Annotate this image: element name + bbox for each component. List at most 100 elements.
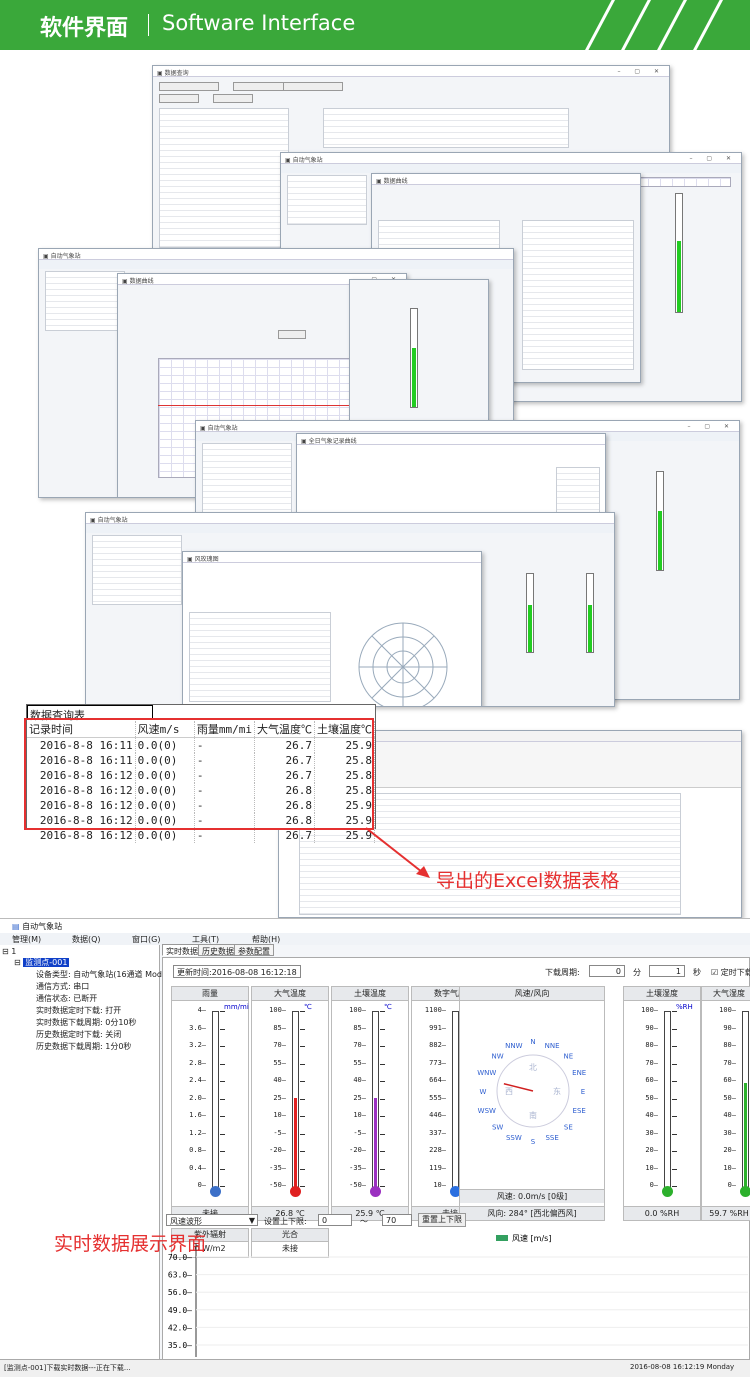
tree-item[interactable]: 通信方式: 串口 <box>36 981 89 992</box>
tick-mark <box>380 1028 385 1030</box>
tick-label: 773– <box>429 1058 446 1067</box>
tree-item[interactable]: 通信状态: 已断开 <box>36 993 97 1004</box>
tree-item[interactable]: 设备类型: 自动气象站(16通道 Modl <box>36 969 164 980</box>
reset-limits-button[interactable]: 重置上下限 <box>418 1213 466 1227</box>
tick-label: 100– <box>641 1006 658 1014</box>
tick-label: -50– <box>349 1181 366 1189</box>
tick-mark <box>672 1011 677 1012</box>
tab-realtime[interactable]: 实时数据 <box>162 944 202 956</box>
gauge-value: 59.7 %RH <box>702 1206 750 1220</box>
download-period-label: 下载周期: <box>545 968 580 977</box>
tick-mark <box>220 1011 225 1012</box>
tick-label: -20– <box>269 1146 286 1154</box>
gauge-title: 大气湿度 <box>702 987 750 1001</box>
tab-history[interactable]: 历史数据 <box>198 944 238 956</box>
tree-item[interactable]: 实时数据定时下载: 打开 <box>36 1005 121 1016</box>
minutes-input[interactable]: 0 <box>589 965 625 977</box>
decor-slash <box>691 0 724 50</box>
compass-direction: W <box>480 1088 487 1096</box>
compass-direction: NNW <box>505 1042 522 1050</box>
tick-label: 30– <box>645 1128 658 1137</box>
section-header: 软件界面 Software Interface <box>0 0 750 50</box>
header-divider <box>148 14 149 36</box>
tick-mark <box>220 1133 225 1135</box>
thermometer-bulb <box>740 1186 750 1197</box>
compass-direction: S <box>531 1138 536 1146</box>
tick-label: 40– <box>353 1076 366 1084</box>
tick-label: 664– <box>429 1076 446 1084</box>
limit-separator: ～ <box>360 1217 368 1226</box>
tick-label: 10– <box>273 1111 286 1119</box>
tick-label: 80– <box>723 1041 736 1049</box>
tick-label: 882– <box>429 1041 446 1049</box>
tick-label: 55– <box>353 1058 366 1067</box>
tick-label: 25– <box>353 1093 366 1102</box>
chart-tick-label: 49.0– <box>168 1306 192 1315</box>
menu-bar: 管理(M) 数据(Q) 窗口(G) 工具(T) 帮助(H) <box>0 933 750 945</box>
tick-label: 100– <box>349 1006 366 1014</box>
tick-label: 10– <box>353 1111 366 1119</box>
tick-mark <box>380 1081 385 1082</box>
tick-mark <box>380 1116 385 1117</box>
tick-mark <box>672 1081 677 1082</box>
compass-cn-direction: 西 <box>505 1087 513 1096</box>
menu-manage[interactable]: 管理(M) <box>12 934 41 945</box>
thermometer-tube <box>742 1011 749 1188</box>
tree-item[interactable]: 历史数据定时下载: 关闭 <box>36 1029 121 1040</box>
tick-label: -5– <box>353 1128 366 1137</box>
excel-table-title: 数据查询表 <box>27 705 153 722</box>
tick-label: 85– <box>273 1023 286 1032</box>
tree-node-001[interactable]: ⊟ 监测点-001 <box>14 957 70 968</box>
compass-direction: SSW <box>506 1134 522 1142</box>
tick-mark <box>300 1151 305 1152</box>
tick-mark <box>220 1028 225 1030</box>
tick-mark <box>220 1046 225 1047</box>
tick-label: 60– <box>723 1076 736 1084</box>
menu-data[interactable]: 数据(Q) <box>72 934 101 945</box>
tick-label: -35– <box>269 1163 286 1172</box>
gauge-unit: ℃ <box>304 1003 312 1011</box>
update-time-button[interactable]: 更新时间:2016-08-08 16:12:18 <box>173 965 301 978</box>
tick-label: 446– <box>429 1111 446 1119</box>
tree-item[interactable]: 实时数据下载周期: 0分10秒 <box>36 1017 137 1028</box>
menu-window[interactable]: 窗口(G) <box>132 934 160 945</box>
tick-mark <box>300 1063 305 1065</box>
timed-download-checkbox[interactable]: ☑ 定时下载 <box>711 967 750 978</box>
thermometer-bulb <box>290 1186 301 1197</box>
thermometer-bulb <box>662 1186 673 1197</box>
tab-config[interactable]: 参数配置 <box>234 944 274 956</box>
compass-direction: NE <box>564 1053 574 1061</box>
tick-label: 70– <box>273 1041 286 1049</box>
tick-mark <box>672 1028 677 1030</box>
chart-tick-label: 42.0– <box>168 1323 192 1332</box>
tick-mark <box>220 1168 225 1170</box>
limit-low-input[interactable]: 0 <box>318 1214 352 1226</box>
tree-root[interactable]: ⊟ 1 <box>2 947 16 956</box>
gauge-1: 大气温度 ℃ 100– 85– 70– 55– 40– 25– 10– -5– -20– -35– -5… <box>251 986 329 1221</box>
limit-high-input[interactable]: 70 <box>382 1214 412 1226</box>
tick-mark <box>380 1063 385 1065</box>
tree-item[interactable]: 历史数据下载周期: 1分0秒 <box>36 1041 131 1052</box>
compass-direction: SW <box>492 1123 503 1131</box>
decor-slash <box>655 0 688 50</box>
tick-label: 2.0– <box>189 1093 206 1102</box>
tick-label: 60– <box>645 1076 658 1084</box>
gauge-unit: mm/mi <box>224 1003 249 1011</box>
compass-cn-direction: 东 <box>553 1086 561 1096</box>
tick-label: 40– <box>723 1111 736 1119</box>
tick-mark <box>220 1151 225 1152</box>
chart-tick-label: 63.0– <box>168 1271 192 1280</box>
tick-label: 4– <box>197 1006 206 1014</box>
device-tree: ⊟ 1 ⊟ 监测点-001 设备类型: 自动气象站(16通道 Modl 通信方式… <box>0 945 164 1365</box>
tick-label: 10– <box>723 1163 736 1172</box>
tick-mark <box>380 1098 385 1100</box>
gauge-0: 雨量 mm/mi 4– 3.6– 3.2– 2.8– 2.4– 2.0– 1.6– 1.2– 0.8… <box>171 986 249 1221</box>
seconds-input[interactable]: 1 <box>649 965 685 977</box>
compass-direction: NNE <box>545 1042 560 1050</box>
tick-label: 1100– <box>424 1006 446 1014</box>
window-title: ▤ 自动气象站 <box>0 919 750 933</box>
chart-select[interactable]: 风速波形 ▼ <box>166 1214 258 1226</box>
tick-mark <box>380 1168 385 1170</box>
tick-mark <box>300 1011 305 1012</box>
compass-direction: N <box>530 1038 535 1046</box>
